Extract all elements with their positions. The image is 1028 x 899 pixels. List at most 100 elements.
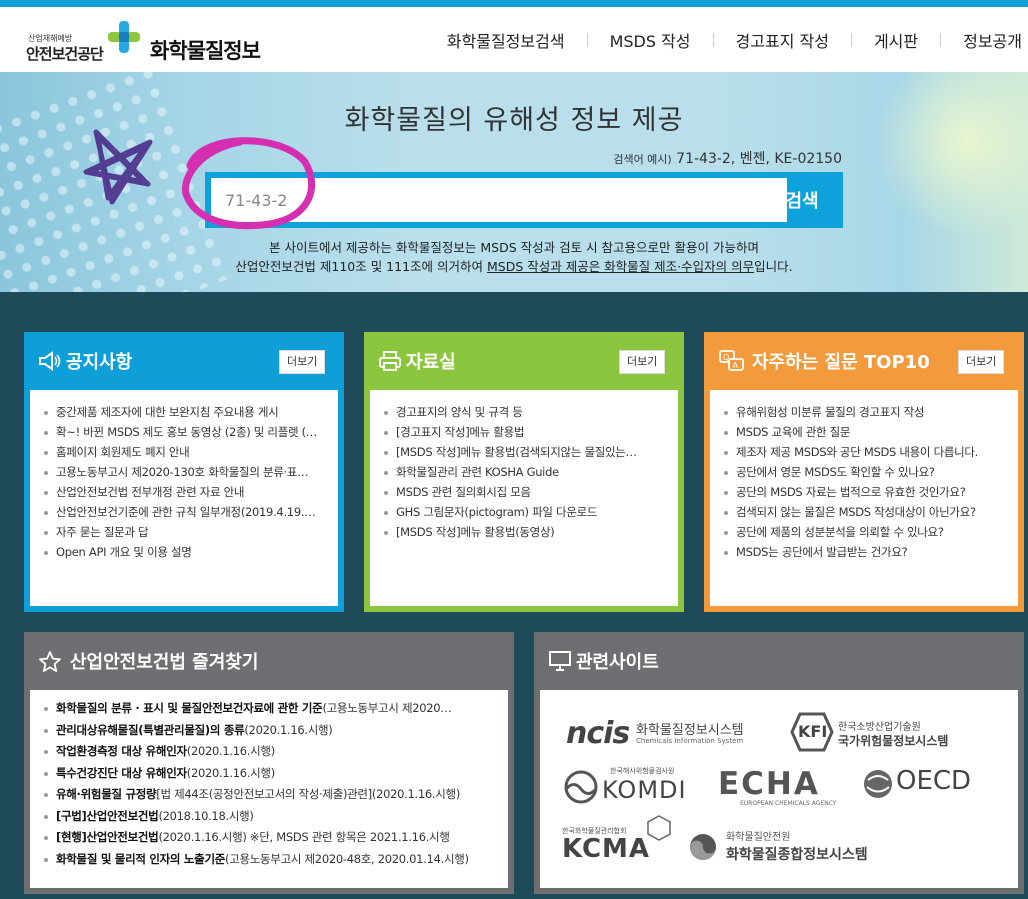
list-item[interactable]: GHS 그림문자(pictogram) 파일 다운로드: [384, 502, 678, 522]
law-item-detail: (2020.1.16.시행): [244, 722, 333, 737]
star-scribble: [83, 129, 153, 205]
list-item[interactable]: MSDS 교육에 관한 질문: [724, 422, 1018, 442]
card-title: 자료실: [406, 352, 456, 373]
related-sites-card: 관련사이트 ncis 화학물질정보시스템 Chemicals Informati…: [534, 632, 1024, 894]
ncis-subtitle: Chemicals Information System: [636, 737, 744, 745]
nav-board[interactable]: 게시판: [852, 28, 940, 52]
list-item[interactable]: 확~! 바뀐 MSDS 제도 홍보 동영상 (2종) 및 리플렛 (…: [44, 422, 338, 442]
komdi-logo: KOMDI: [602, 776, 687, 804]
kfi-name-1: 한국소방산업기술원: [838, 722, 921, 733]
law-item[interactable]: 화학물질 및 물리적 인자의 노출기준(고용노동부고시 제2020-48호, 2…: [44, 849, 508, 871]
nav-msds-write[interactable]: MSDS 작성: [588, 28, 713, 52]
card-header: 자료실 더보기: [364, 332, 684, 390]
echa-logo: ECHA: [718, 766, 820, 802]
card-body: 경고표지의 양식 및 규격 등 [경고표지 작성]메뉴 활용법 [MSDS 작성]메…: [370, 390, 678, 606]
top-accent-bar: [0, 0, 1028, 7]
more-button[interactable]: 더보기: [958, 350, 1005, 374]
card-title: 산업안전보건법 즐겨찾기: [70, 652, 259, 673]
nav-chemical-search[interactable]: 화학물질정보검색: [425, 28, 587, 52]
law-item[interactable]: 특수건강진단 대상 유해인자(2020.1.16.시행): [44, 763, 508, 785]
card-header: QA 자주하는 질문 TOP10 더보기: [704, 332, 1024, 390]
list-item[interactable]: 공단에서 영문 MSDS도 확인할 수 있나요?: [724, 462, 1018, 482]
more-button[interactable]: 더보기: [619, 350, 666, 374]
nav-disclosure[interactable]: 정보공개: [941, 28, 1028, 52]
law-item[interactable]: 화학물질의 분류 · 표시 및 물질안전보건자료에 관한 기준(고용노동부고시 …: [44, 698, 508, 720]
card-title: 공지사항: [66, 352, 133, 373]
law-item-title: 특수건강진단 대상 유해인자: [56, 765, 187, 780]
notice-list: 중간제품 제조자에 대한 보완지침 주요내용 게시 확~! 바뀐 MSDS 제도 …: [30, 390, 338, 562]
list-item[interactable]: 유해위험성 미분류 물질의 경고표지 작성: [724, 402, 1018, 422]
law-item[interactable]: 관리대상유해물질(특별관리물질)의 종류(2020.1.16.시행): [44, 720, 508, 742]
echa-subtitle: EUROPEAN CHEMICALS AGENCY: [740, 800, 837, 807]
megaphone-icon: [39, 351, 61, 371]
law-item-title: 화학물질 및 물리적 인자의 노출기준: [56, 851, 226, 866]
list-item[interactable]: 경고표지의 양식 및 규격 등: [384, 402, 678, 422]
card-title: 자주하는 질문 TOP10: [752, 352, 930, 373]
ncis-logo: ncis: [566, 716, 630, 751]
card-body: ncis 화학물질정보시스템 Chemicals Information Sys…: [540, 690, 1018, 888]
list-item[interactable]: 산업안전보건법 전부개정 관련 자료 안내: [44, 482, 338, 502]
more-button[interactable]: 더보기: [279, 350, 326, 374]
card-title: 관련사이트: [576, 652, 659, 673]
library-list: 경고표지의 양식 및 규격 등 [경고표지 작성]메뉴 활용법 [MSDS 작성]메…: [370, 390, 678, 542]
library-card: 자료실 더보기 경고표지의 양식 및 규격 등 [경고표지 작성]메뉴 활용법 [M…: [364, 332, 684, 612]
list-item[interactable]: 홈페이지 회원제도 폐지 안내: [44, 442, 338, 462]
list-item[interactable]: MSDS 관련 질의회시집 모음: [384, 482, 678, 502]
card-header: 산업안전보건법 즐겨찾기: [24, 632, 514, 690]
kfi-logo: KFI: [798, 722, 828, 741]
komdi-wave-icon: [564, 770, 598, 804]
card-body: 화학물질의 분류 · 표시 및 물질안전보건자료에 관한 기준(고용노동부고시 …: [30, 690, 508, 888]
star-icon: [39, 651, 61, 672]
list-item[interactable]: 제조자 제공 MSDS와 공단 MSDS 내용이 다릅니다.: [724, 442, 1018, 462]
law-bookmarks-card: 산업안전보건법 즐겨찾기 화학물질의 분류 · 표시 및 물질안전보건자료에 관…: [24, 632, 514, 894]
logo-title: 화학물질정보: [150, 39, 261, 63]
nics-subtitle: 화학물질안전원: [726, 832, 791, 843]
law-item-detail: (고용노동부고시 제2020…: [322, 701, 452, 715]
komdi-subtitle: 한국해사위험물검사원: [610, 767, 675, 775]
circle-scribble: [181, 137, 316, 230]
law-item[interactable]: 작업환경측정 대상 유해인자(2020.1.16.시행): [44, 741, 508, 763]
logo-org-name: 안전보건공단: [26, 45, 104, 63]
law-item-detail: (고용노동부고시 제2020-48호, 2020.01.14.시행): [225, 851, 469, 866]
list-item[interactable]: [MSDS 작성]메뉴 활용법(검색되지않는 물질있는…: [384, 442, 678, 462]
list-item[interactable]: [MSDS 작성]메뉴 활용법(동영상): [384, 522, 678, 542]
faq-card: QA 자주하는 질문 TOP10 더보기 유해위험성 미분류 물질의 경고표지 …: [704, 332, 1024, 612]
law-item-detail: (2018.10.18.시행): [158, 808, 254, 823]
list-item[interactable]: 고용노동부고시 제2020-130호 화학물질의 분류·표…: [44, 462, 338, 482]
card-header: 공지사항 더보기: [24, 332, 344, 390]
card-body: 유해위험성 미분류 물질의 경고표지 작성 MSDS 교육에 관한 질문 제조자 제…: [710, 390, 1018, 606]
law-item[interactable]: 유해·위험물질 규정량[법 제44조(공정안전보고서의 작성·제출)관련](20…: [44, 784, 508, 806]
annotation-drawings: [83, 129, 316, 230]
law-item-title: [현행]산업안전보건법: [56, 830, 159, 844]
monitor-icon: [549, 651, 571, 671]
list-item[interactable]: 산업안전보건기준에 관한 규칙 일부개정(2019.4.19.…: [44, 502, 338, 522]
law-item-detail: (2020.1.16.시행): [186, 765, 275, 780]
list-item[interactable]: 중간제품 제조자에 대한 보완지침 주요내용 게시: [44, 402, 338, 422]
list-item[interactable]: [경고표지 작성]메뉴 활용법: [384, 422, 678, 442]
nav-label-write[interactable]: 경고표지 작성: [714, 28, 851, 52]
main-nav: 화학물질정보검색 MSDS 작성 경고표지 작성 게시판 정보공개: [425, 7, 1028, 72]
list-item[interactable]: 화학물질관리 관련 KOSHA Guide: [384, 462, 678, 482]
notice-card: 공지사항 더보기 중간제품 제조자에 대한 보완지침 주요내용 게시 확~! 바뀐…: [24, 332, 344, 612]
law-item[interactable]: [구법]산업안전보건법(2018.10.18.시행): [44, 806, 508, 828]
law-item[interactable]: [현행]산업안전보건법(2020.1.16.시행) ※단, MSDS 관련 항목…: [44, 827, 508, 849]
card-header: 관련사이트: [534, 632, 1024, 690]
list-item[interactable]: 공단에 제품의 성분분석을 의뢰할 수 있나요?: [724, 522, 1018, 542]
law-item-title: 화학물질의 분류 · 표시 및 물질안전보건자료에 관한 기준: [56, 701, 323, 715]
list-item[interactable]: 자주 묻는 질문과 답: [44, 522, 338, 542]
law-item-title: [구법]산업안전보건법: [56, 808, 159, 823]
kfi-name-2: 국가위험물정보시스템: [838, 734, 949, 748]
faq-list: 유해위험성 미분류 물질의 경고표지 작성 MSDS 교육에 관한 질문 제조자 제…: [710, 390, 1018, 562]
law-item-title: 작업환경측정 대상 유해인자: [56, 744, 187, 758]
taegeuk-icon: [690, 834, 716, 860]
list-item[interactable]: Open API 개요 및 이용 설명: [44, 542, 338, 562]
oecd-logo: OECD: [896, 766, 972, 796]
list-item[interactable]: 공단의 MSDS 자료는 법적으로 유효한 것인가요?: [724, 482, 1018, 502]
list-item[interactable]: 검색되지 않는 물질은 MSDS 작성대상이 아닌가요?: [724, 502, 1018, 522]
printer-icon: [379, 351, 401, 371]
hero-search-banner: 화학물질의 유해성 정보 제공 검색어 예시) 71-43-2, 벤젠, KE-…: [0, 72, 1028, 292]
qa-chat-icon: QA: [719, 350, 744, 371]
site-header: 산업재해예방 안전보건공단 화학물질정보 화학물질정보검색 MSDS 작성 경고…: [0, 7, 1028, 73]
law-item-title: 관리대상유해물질(특별관리물질)의 종류: [56, 722, 245, 737]
list-item[interactable]: MSDS는 공단에서 발급받는 건가요?: [724, 542, 1018, 562]
